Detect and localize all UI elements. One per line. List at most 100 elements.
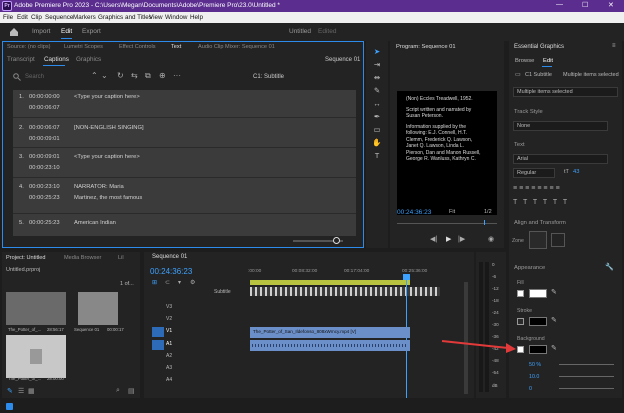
audio-clip[interactable] [250,340,410,351]
slip-tool-icon[interactable]: ↔ [371,99,383,109]
video-clip[interactable]: The_Potter_of_San_Ildefonso_808xWmcy.mp4… [250,327,410,338]
work-area-bar[interactable] [250,280,410,285]
search-icon[interactable]: ⌕ [116,387,120,395]
eyedropper-icon[interactable]: ✎ [551,288,557,296]
time-ruler[interactable]: :00:00 00:08:32:00 00:17:04:00 00:25:36:… [248,269,474,279]
background-color-swatch[interactable] [529,345,547,354]
panel-menu-icon[interactable]: ≡ [612,43,616,49]
menu-view[interactable]: View [149,14,163,21]
linked-selection-icon[interactable]: ⊂ [165,279,170,286]
font-weight-select[interactable]: Regular [513,168,555,178]
sequence-name[interactable]: Sequence 01 [74,327,99,332]
home-icon[interactable] [9,27,19,37]
subtab-captions[interactable]: Captions [44,56,69,63]
media-name[interactable]: The_Potter_of_... [8,327,41,332]
size-slider[interactable] [559,376,614,377]
icon-view-icon[interactable]: ▦ [28,387,35,395]
menu-clip[interactable]: Clip [31,14,42,21]
zone-grid[interactable] [529,231,547,249]
previous-icon[interactable]: ⌃ [91,71,98,80]
edit-tab[interactable]: Edit [61,28,72,35]
wrench-icon[interactable]: 🔧 [605,263,614,271]
selection-tool-icon[interactable]: ➤ [371,47,383,57]
wrench-icon[interactable]: ⚙ [190,279,195,286]
background-size[interactable]: 10.0 [529,374,539,380]
menu-file[interactable]: File [3,14,13,21]
camera-icon[interactable]: ◉ [488,235,494,243]
fill-color-swatch[interactable] [529,289,547,298]
track-a2[interactable]: A2 [166,353,172,359]
rectangle-tool-icon[interactable]: ▭ [371,125,383,135]
tab-text[interactable]: Text [171,44,181,50]
step-back-icon[interactable]: ◀| [430,235,437,243]
step-forward-icon[interactable]: |▶ [458,235,465,243]
font-size-value[interactable]: 43 [573,169,579,175]
search-input[interactable]: Search [25,74,44,80]
program-timecode[interactable]: 00:24:36:23 [397,209,431,216]
eyedropper-icon[interactable]: ✎ [551,316,557,324]
resolution-select[interactable]: 1/2 [484,209,492,215]
caption-in-time[interactable]: 00:00:25:23 [29,220,60,226]
caption-in-time[interactable]: 00:00:00:00 [29,94,60,100]
pen-tool-icon[interactable]: ✒ [371,112,383,122]
menu-markers[interactable]: Markers [73,14,96,21]
media-name[interactable]: The_Potter_of_... [8,376,41,381]
fill-checkbox[interactable] [517,290,524,297]
track-style-select[interactable]: None [513,121,608,131]
caption-text[interactable]: American Indian [74,220,116,226]
program-video[interactable]: (Non) Eccles Treadwell, 1952. Script wri… [397,91,497,215]
zoom-select[interactable]: Fit [449,209,455,215]
font-select[interactable]: Arial [513,154,608,164]
import-tab[interactable]: Import [32,28,50,35]
caption-text[interactable]: [NON-ENGLISH SINGING] [74,125,144,131]
layer-name[interactable]: C1 Subtitle [525,72,552,78]
timeline-timecode[interactable]: 00:24:36:23 [150,267,192,276]
align-grid[interactable] [551,233,565,247]
menu-help[interactable]: Help [190,14,203,21]
media-thumbnail[interactable] [6,335,66,378]
pencil-icon[interactable]: ✎ [7,387,13,395]
menu-sequence[interactable]: Sequence [45,14,73,21]
track-a1[interactable]: A1 [166,341,172,347]
minimize-button[interactable]: — [556,1,563,8]
add-caption-icon[interactable]: ⊕ [159,71,166,80]
play-icon[interactable]: ▶ [446,235,451,243]
list-view-icon[interactable]: ☰ [18,387,24,395]
tab-audio-clip-mixer[interactable]: Audio Clip Mixer: Sequence 01 [198,44,275,50]
sequence-thumbnail[interactable] [78,292,118,325]
program-scrubber[interactable] [397,223,497,224]
hand-tool-icon[interactable]: ✋ [371,138,383,148]
tab-edit[interactable]: Edit [543,58,553,64]
caption-text[interactable]: <Type your caption here> [74,94,140,100]
refresh-icon[interactable]: ↻ [117,71,124,80]
selection-field[interactable]: Multiple items selected [513,87,618,97]
zoom-slider-handle[interactable] [333,237,340,244]
close-button[interactable]: ✕ [608,1,614,9]
caption-out-time[interactable]: 00:00:23:10 [29,165,60,171]
eyedropper-icon[interactable]: ✎ [551,344,557,352]
next-icon[interactable]: ⌄ [101,71,108,80]
text-align-buttons[interactable]: ≡≡≡≡≡≡≡≡ [513,185,618,195]
stroke-checkbox[interactable] [517,318,524,325]
tab-project[interactable]: Project: Untitled [6,255,45,261]
tab-lumetri-scopes[interactable]: Lumetri Scopes [64,44,103,50]
subtitle-track[interactable] [250,287,440,296]
track-a4[interactable]: A4 [166,377,172,383]
opacity-slider[interactable] [559,364,614,365]
track-a3[interactable]: A3 [166,365,172,371]
tab-libraries[interactable]: Lil [118,255,124,261]
merge-icon[interactable]: ⇆ [131,71,138,80]
menu-edit[interactable]: Edit [17,14,28,21]
menu-graphics-titles[interactable]: Graphics and Titles [98,14,152,21]
background-corner[interactable]: 0 [529,386,532,392]
caption-text-line2[interactable]: Martinez, the most famous [74,195,142,201]
type-tool-icon[interactable]: T [371,151,383,161]
program-playhead[interactable] [484,220,485,225]
more-icon[interactable]: ··· [173,71,181,80]
tab-browse[interactable]: Browse [515,58,534,64]
caption-in-time[interactable]: 00:00:23:10 [29,184,60,190]
menu-window[interactable]: Window [165,14,187,21]
split-icon[interactable]: ⧉ [145,71,151,81]
media-thumbnail[interactable] [6,292,66,325]
caption-text[interactable]: <Type your caption here> [74,154,140,160]
